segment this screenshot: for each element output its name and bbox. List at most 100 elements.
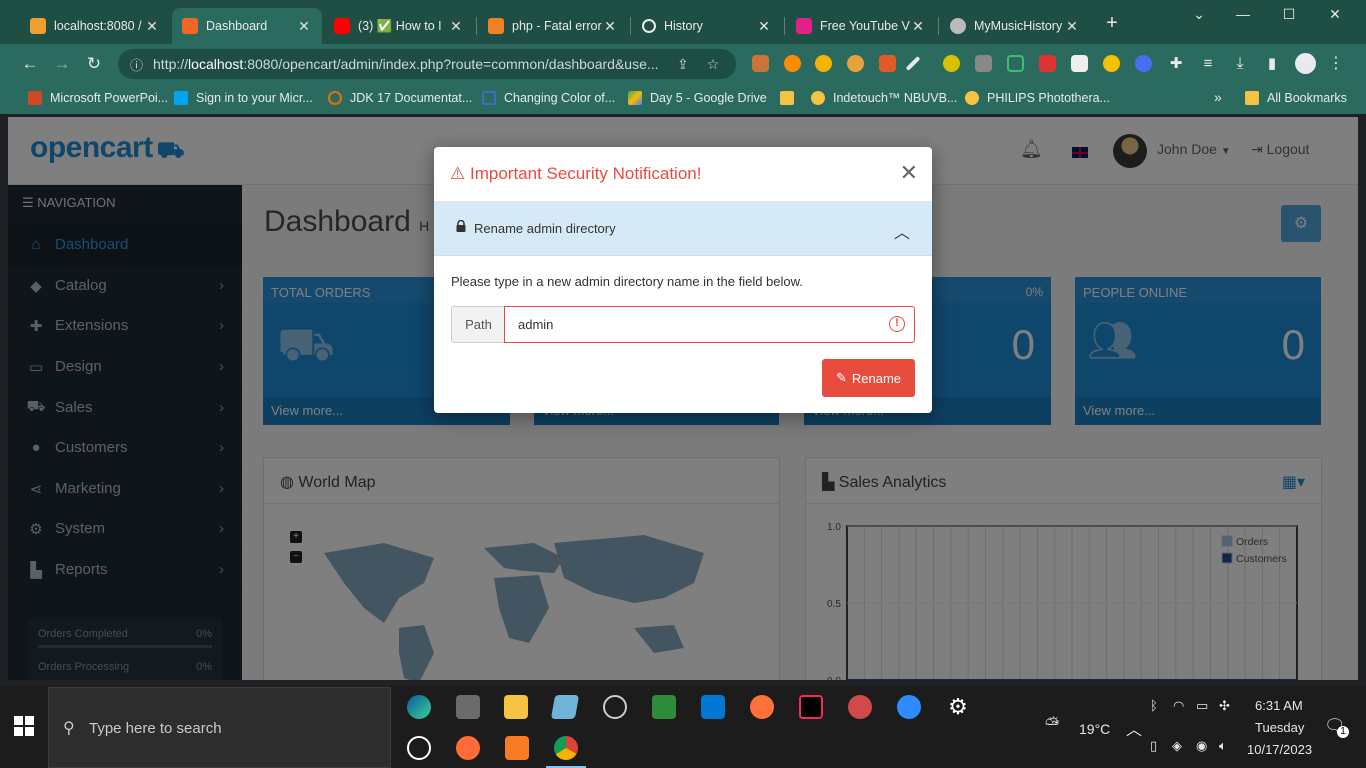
extension-icon[interactable] — [1007, 55, 1024, 72]
tab-close-icon[interactable]: ✕ — [448, 18, 464, 35]
zoom-icon[interactable] — [897, 695, 921, 719]
tab-close-icon[interactable]: ✕ — [296, 18, 312, 35]
security-notification-modal: ⚠ Important Security Notification! ✕ Ren… — [434, 147, 932, 413]
chrome-icon[interactable] — [554, 736, 578, 760]
windows-start-icon[interactable] — [14, 716, 34, 736]
notepad-icon[interactable] — [550, 695, 580, 719]
vscode-icon[interactable] — [701, 695, 725, 719]
show-hidden-icons-chevron-icon[interactable]: ︿ — [1126, 716, 1142, 740]
bulb-app-icon[interactable] — [407, 736, 431, 760]
weather-icon[interactable]: ⛅︎ — [1045, 714, 1059, 735]
maximize-button[interactable]: ☐ — [1274, 6, 1304, 23]
share-icon[interactable]: ⇪ — [677, 56, 689, 73]
xampp-icon[interactable] — [505, 736, 529, 760]
bookmark-star-icon[interactable]: ☆ — [707, 56, 720, 73]
close-icon[interactable]: ✕ — [900, 162, 918, 184]
admin-path-input[interactable] — [504, 306, 915, 343]
media-control-icon[interactable]: ≡ — [1196, 52, 1220, 76]
extension-icon[interactable] — [975, 55, 992, 72]
obs-icon[interactable] — [603, 695, 627, 719]
browser-tab-dashboard[interactable]: Dashboard ✕ — [172, 8, 322, 44]
browser-tab-youtube[interactable]: (3) ✅ How to I ✕ — [324, 8, 474, 44]
browser-tab-history[interactable]: History ✕ — [632, 8, 782, 44]
download-icon[interactable]: ⤓ — [1228, 52, 1252, 76]
extension-icon[interactable] — [847, 55, 864, 72]
site-info-icon[interactable]: ⓘ — [130, 55, 143, 74]
bookmark-item[interactable]: Day 5 - Google Drive — [628, 91, 767, 105]
side-panel-icon[interactable]: ▮ — [1260, 52, 1284, 76]
bluetooth-icon[interactable]: ᛒ — [1150, 698, 1158, 713]
app-tray-icon[interactable]: ◈ — [1172, 738, 1182, 754]
tab-label: localhost:8080 / — [54, 19, 142, 33]
tab-close-icon[interactable]: ✕ — [756, 18, 772, 35]
rename-button[interactable]: ✎ Rename — [822, 359, 915, 397]
battery-icon[interactable]: ▭ — [1196, 698, 1208, 714]
eyedropper-icon[interactable] — [905, 56, 921, 71]
camera-icon[interactable]: ◉ — [1196, 738, 1207, 754]
browser-tab-stackoverflow[interactable]: php - Fatal error ✕ — [478, 8, 628, 44]
clock-time[interactable]: 6:31 AM — [1255, 698, 1303, 713]
back-button[interactable]: ← — [18, 52, 42, 76]
extension-icon[interactable] — [879, 55, 896, 72]
tab-label: php - Fatal error — [512, 19, 602, 33]
calculator-icon[interactable] — [456, 695, 480, 719]
forward-button[interactable]: → — [50, 52, 74, 76]
firefox-icon[interactable] — [750, 695, 774, 719]
reload-button[interactable]: ↻ — [82, 52, 106, 76]
bookmark-item[interactable]: Microsoft PowerPoi... — [28, 91, 168, 105]
bookmark-item[interactable]: JDK 17 Documentat... — [328, 91, 472, 105]
browser-tab-bar: localhost:8080 / ✕ Dashboard ✕ (3) ✅ How… — [0, 0, 1366, 44]
browser-tab-mymusichistory[interactable]: MyMusicHistory ✕ — [940, 8, 1090, 44]
all-bookmarks-folder[interactable]: All Bookmarks — [1245, 91, 1347, 105]
browser-tab-free-youtube[interactable]: Free YouTube V ✕ — [786, 8, 936, 44]
extension-icon[interactable] — [815, 55, 832, 72]
extension-icon[interactable] — [1039, 55, 1056, 72]
rename-admin-accordion-header[interactable]: Rename admin directory ︿ — [434, 202, 932, 256]
path-input-group: Path ! — [451, 306, 915, 343]
settings-gear-icon[interactable]: ⚙ — [946, 695, 970, 719]
usb-icon[interactable]: ▯ — [1150, 738, 1157, 754]
tab-label: History — [664, 19, 703, 33]
bookmark-item[interactable]: Indetouch™ NBUVB... — [811, 91, 957, 105]
bookmarks-overflow-button[interactable]: » — [1214, 89, 1222, 105]
browser-toolbar: ← → ↻ ⓘ http://localhost:8080/opencart/a… — [0, 44, 1366, 84]
tab-close-icon[interactable]: ✕ — [910, 18, 926, 35]
chevron-up-icon[interactable]: ︿ — [894, 219, 910, 243]
volume-icon[interactable]: 🔈︎ — [1219, 738, 1227, 754]
tab-close-icon[interactable]: ✕ — [602, 18, 618, 35]
address-bar[interactable]: ⓘ http://localhost:8080/opencart/admin/i… — [118, 49, 736, 79]
postman-icon[interactable] — [456, 736, 480, 760]
qa-preview-icon[interactable] — [652, 695, 676, 719]
bookmark-item[interactable]: Sign in to your Micr... — [174, 91, 313, 105]
temperature[interactable]: 19°C — [1079, 721, 1110, 737]
tab-close-icon[interactable]: ✕ — [144, 18, 160, 35]
profile-avatar[interactable] — [1295, 53, 1316, 74]
new-tab-button[interactable]: + — [1097, 12, 1127, 35]
tab-close-icon[interactable]: ✕ — [1064, 18, 1080, 35]
taskbar-search-box[interactable]: ⚲ Type here to search — [48, 687, 391, 768]
extension-icon[interactable] — [1071, 55, 1088, 72]
clock-day[interactable]: Tuesday — [1255, 720, 1304, 735]
browser-menu-icon[interactable]: ⋮ — [1324, 52, 1348, 76]
extension-icon[interactable] — [784, 55, 801, 72]
minimize-button[interactable]: — — [1228, 6, 1258, 22]
snipping-tool-icon[interactable] — [848, 695, 872, 719]
extension-cookie-icon[interactable] — [752, 55, 769, 72]
extension-icon[interactable] — [1135, 55, 1152, 72]
bookmark-item[interactable]: Changing Color of... — [482, 91, 615, 105]
extensions-puzzle-icon[interactable]: ✚ — [1164, 52, 1188, 76]
clock-date[interactable]: 10/17/2023 — [1247, 742, 1312, 757]
wifi-icon[interactable]: ◠ — [1173, 698, 1184, 714]
extension-icon[interactable] — [943, 55, 960, 72]
network-icon[interactable]: ✣ — [1219, 698, 1230, 714]
close-window-button[interactable]: ✕ — [1320, 6, 1350, 23]
history-icon — [642, 19, 656, 33]
file-explorer-icon[interactable] — [504, 695, 528, 719]
tab-search-chevron-icon[interactable]: ⌄ — [1184, 6, 1214, 23]
bookmark-folder-icon[interactable] — [780, 91, 802, 105]
intellij-icon[interactable] — [799, 695, 823, 719]
edge-icon[interactable] — [407, 695, 431, 719]
browser-tab-localhost[interactable]: localhost:8080 / ✕ — [20, 8, 170, 44]
extension-icon[interactable] — [1103, 55, 1120, 72]
bookmark-item[interactable]: PHILIPS Phototh​era... — [965, 91, 1110, 105]
